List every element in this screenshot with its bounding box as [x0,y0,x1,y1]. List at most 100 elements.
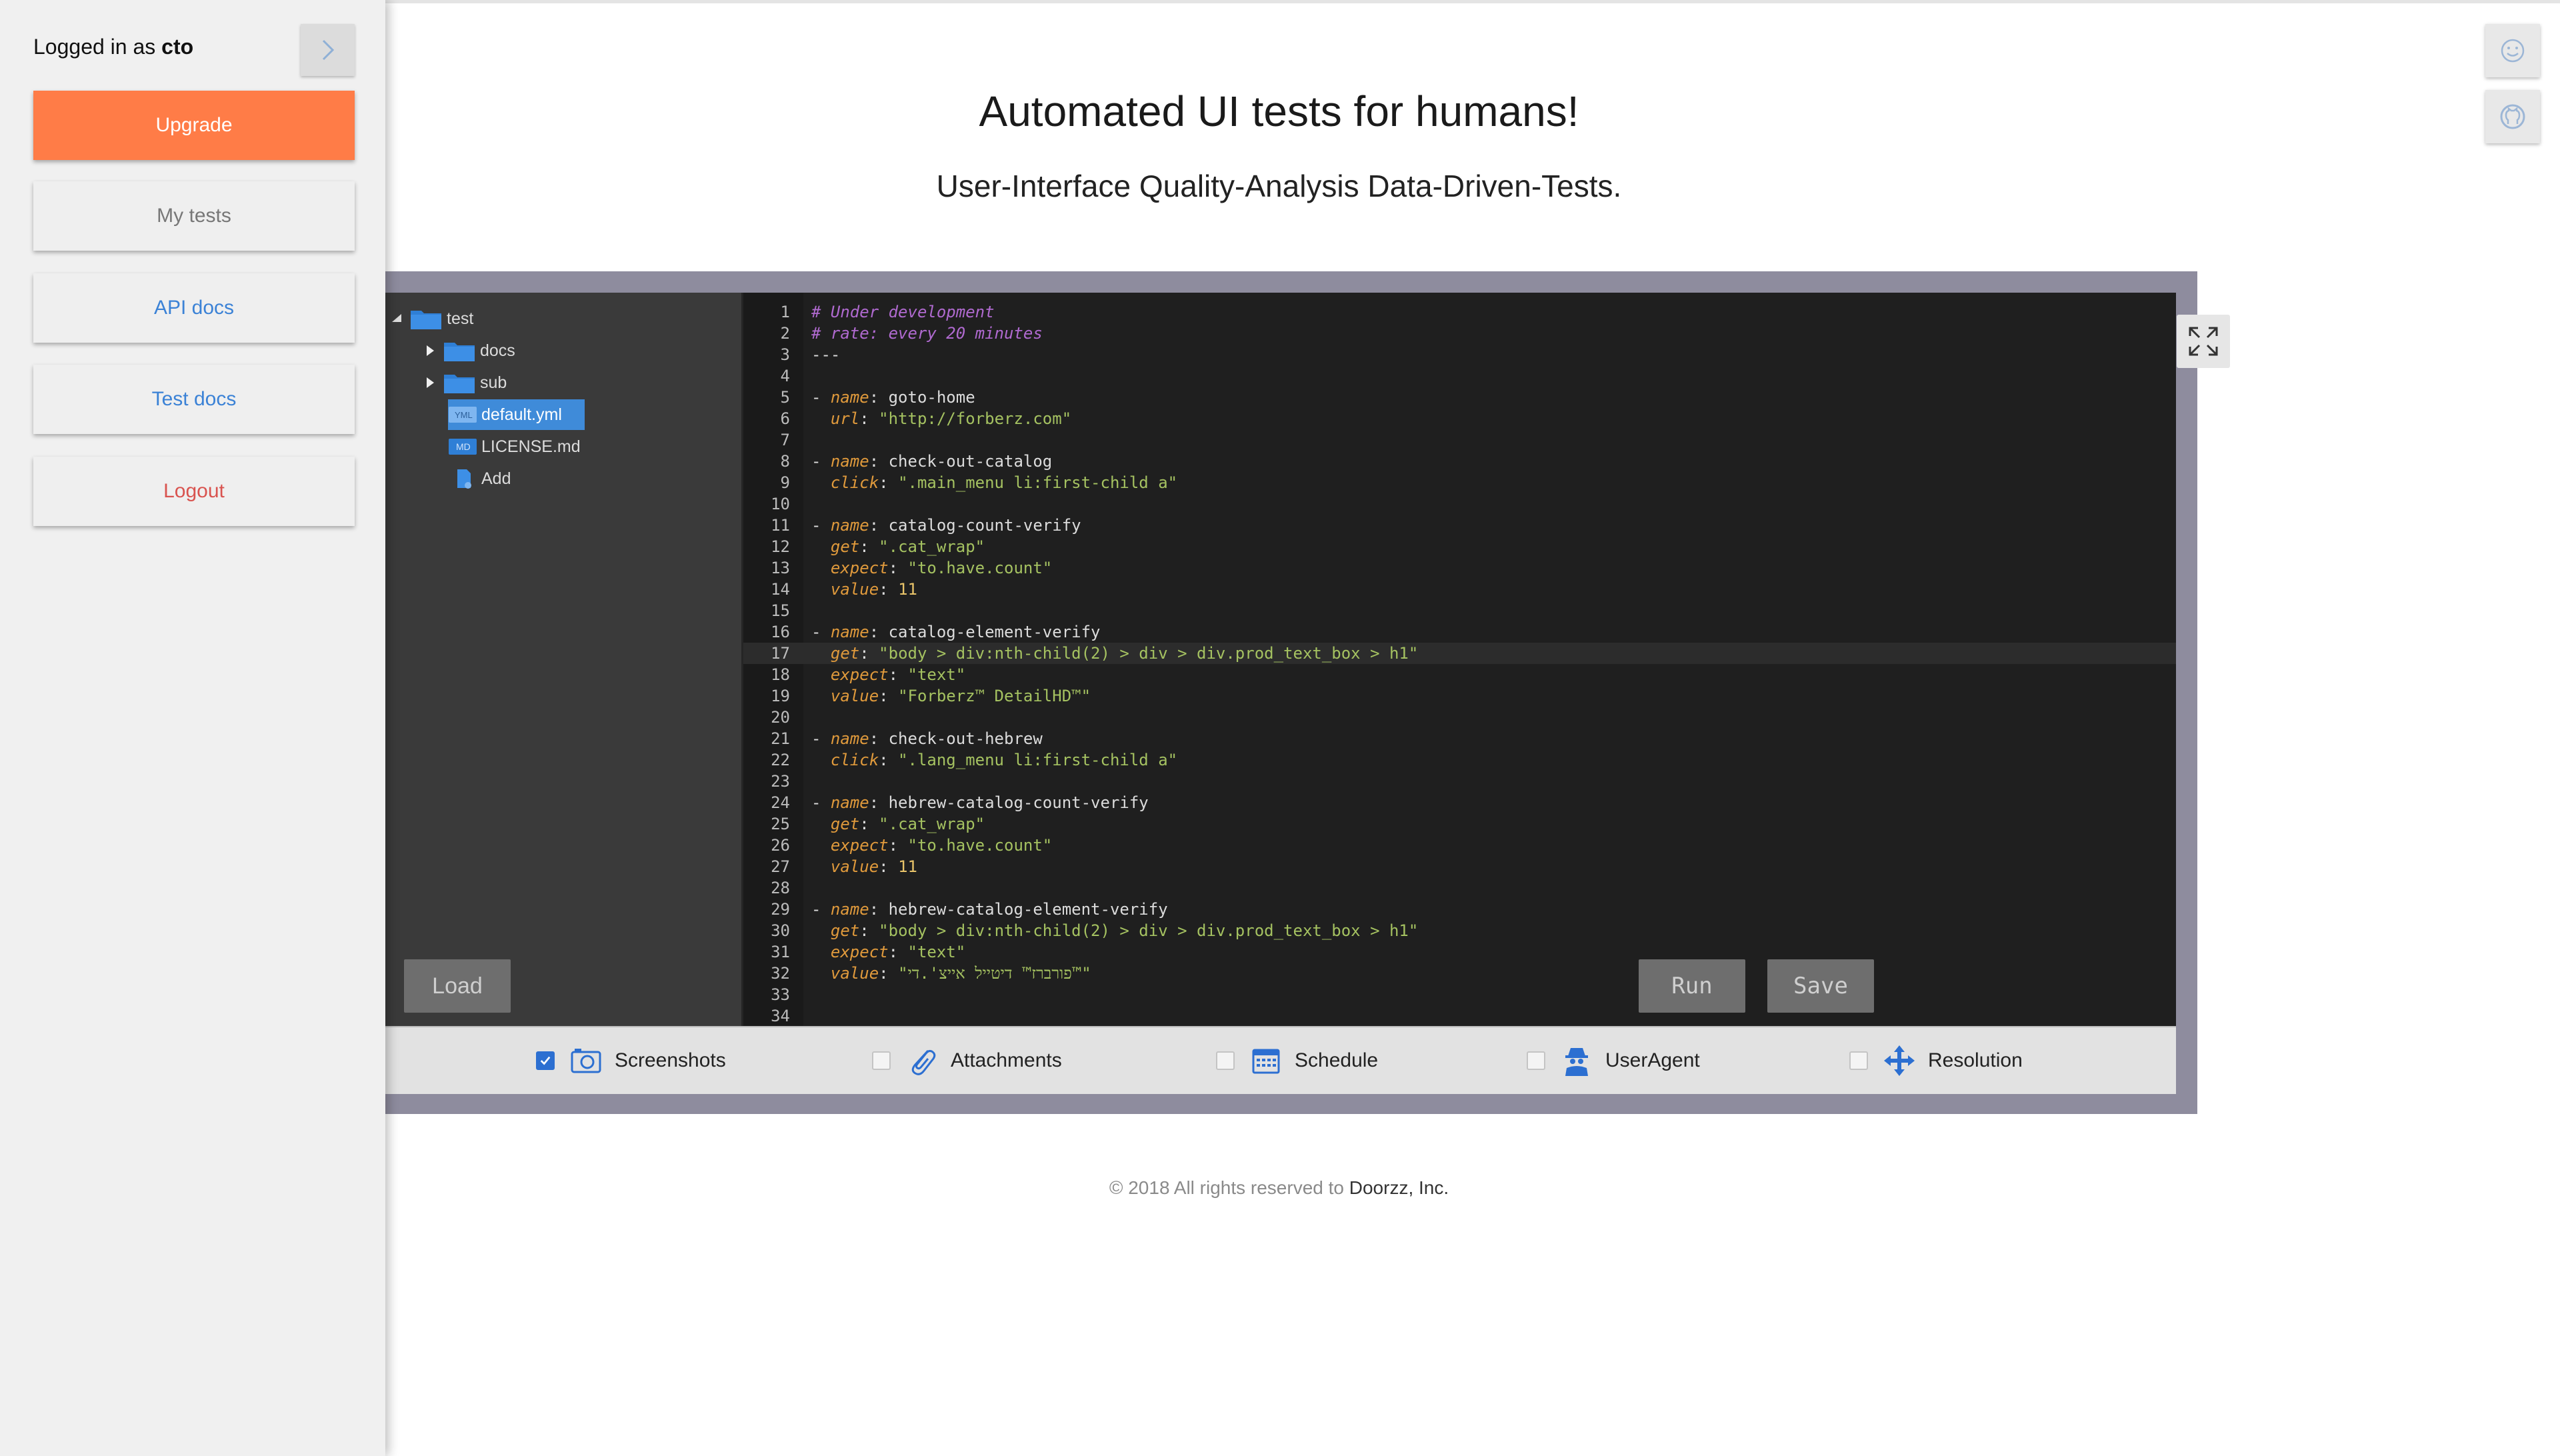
run-button[interactable]: Run [1639,959,1745,1013]
tree-folder-label: test [447,309,474,328]
load-button[interactable]: Load [404,959,511,1013]
logout-button[interactable]: Logout [33,457,355,526]
fullscreen-button[interactable] [2177,315,2230,368]
footer-company-link[interactable]: Doorzz, Inc. [1349,1177,1449,1198]
file-badge: YML [455,409,473,420]
code-line[interactable]: 18 expect: "text" [743,664,2176,685]
line-number: 29 [771,900,790,919]
line-number: 7 [780,431,790,449]
code-text: --- [811,345,841,364]
upgrade-button[interactable]: Upgrade [33,91,355,160]
line-number: 3 [780,345,790,364]
code-text: value: 11 [830,857,917,876]
add-file-icon [457,469,471,489]
code-line[interactable]: 32 value: "פורברז™ דיטייל אייצ'.די™" [743,963,2176,984]
code-line[interactable]: 15 [743,600,2176,621]
code-line[interactable]: 10 [743,493,2176,515]
collapse-sidebar-button[interactable] [301,24,355,76]
code-line[interactable]: 8 - name: check-out-catalog [743,451,2176,472]
code-line[interactable]: 17 get: "body > div:nth-child(2) > div >… [743,643,2176,664]
feedback-button[interactable] [2485,24,2540,77]
line-number: 23 [771,772,790,791]
tree-folder-root[interactable]: test [389,303,473,334]
option-label: Screenshots [615,1049,726,1071]
code-line[interactable]: 23 [743,771,2176,792]
code-text: expect: "to.have.count" [830,559,1053,577]
option-resolution[interactable]: Resolution [1849,1027,2023,1094]
code-text: value: 11 [830,580,917,599]
line-number: 6 [780,409,790,428]
tree-folder-label: docs [480,341,515,360]
chevron-right-icon [322,39,334,61]
code-line[interactable]: 9 click: ".main_menu li:first-child a" [743,472,2176,493]
checkbox[interactable] [1527,1051,1545,1070]
option-useragent[interactable]: UserAgent [1527,1027,1700,1094]
my-tests-button[interactable]: My tests [33,181,355,251]
line-number: 21 [771,729,790,748]
code-line[interactable]: 4 [743,365,2176,387]
code-line[interactable]: 31 expect: "text" [743,941,2176,963]
option-label: Resolution [1928,1049,2023,1071]
code-line[interactable]: 28 [743,877,2176,899]
tree-folder-docs[interactable]: docs [423,335,515,366]
code-line[interactable]: 33 [743,984,2176,1005]
caret-right-icon [427,345,434,356]
line-number: 10 [771,495,790,513]
code-line[interactable]: 34 [743,1005,2176,1027]
code-text: - name: catalog-count-verify [811,516,1081,535]
code-line[interactable]: 19 value: "Forberz™ DetailHD™" [743,685,2176,707]
code-line[interactable]: 21 - name: check-out-hebrew [743,728,2176,749]
save-button[interactable]: Save [1767,959,1874,1013]
tree-file-default-yml[interactable]: YML default.yml [448,399,585,430]
option-schedule[interactable]: Schedule [1216,1027,1378,1094]
code-line[interactable]: 30 get: "body > div:nth-child(2) > div >… [743,920,2176,941]
code-line[interactable]: 5 - name: goto-home [743,387,2176,408]
code-line[interactable]: 6 url: "http://forberz.com" [743,408,2176,429]
paperclip-icon [911,1049,936,1075]
caret-down-icon [392,314,401,322]
code-line[interactable]: 2 # rate: every 20 minutes [743,323,2176,344]
editor-panel: test docs sub YML default.yml MD LICENSE… [385,293,2230,1094]
code-line[interactable]: 20 [743,707,2176,728]
code-line[interactable]: 3 --- [743,344,2176,365]
checkbox[interactable] [1216,1051,1235,1070]
code-text: url: "http://forberz.com" [830,409,1072,428]
code-line[interactable]: 7 [743,429,2176,451]
line-number: 11 [771,516,790,535]
code-line[interactable]: 29 - name: hebrew-catalog-element-verify [743,899,2176,920]
line-number: 22 [771,751,790,769]
tree-add-file[interactable]: Add [448,463,511,494]
code-line[interactable]: 25 get: ".cat_wrap" [743,813,2176,835]
code-line[interactable]: 26 expect: "to.have.count" [743,835,2176,856]
code-line[interactable]: 1 # Under development [743,301,2176,323]
checkbox[interactable] [536,1051,555,1070]
code-text: expect: "text" [830,943,966,961]
tree-file-license-md[interactable]: MD LICENSE.md [448,431,581,462]
option-attachments[interactable]: Attachments [872,1027,1062,1094]
code-line[interactable]: 24 - name: hebrew-catalog-count-verify [743,792,2176,813]
page-subtitle: User-Interface Quality-Analysis Data-Dri… [936,169,1622,203]
code-line[interactable]: 12 get: ".cat_wrap" [743,536,2176,557]
file-badge: MD [456,441,471,452]
code-editor[interactable]: 1 # Under development 2 # rate: every 20 mi… [743,293,2230,1027]
line-number: 1 [780,303,790,321]
github-button[interactable] [2485,90,2540,143]
checkbox[interactable] [1849,1051,1868,1070]
checkbox[interactable] [872,1051,891,1070]
line-number: 18 [771,665,790,684]
test-docs-button[interactable]: Test docs [33,365,355,434]
code-line[interactable]: 11 - name: catalog-count-verify [743,515,2176,536]
tree-add-label: Add [481,469,511,488]
code-line[interactable]: 22 click: ".lang_menu li:first-child a" [743,749,2176,771]
code-text: - name: check-out-hebrew [811,729,1043,748]
move-arrows-icon [1884,1045,1915,1076]
code-text: - name: hebrew-catalog-count-verify [811,793,1149,812]
code-line[interactable]: 16 - name: catalog-element-verify [743,621,2176,643]
api-docs-button[interactable]: API docs [33,273,355,343]
code-line[interactable]: 13 expect: "to.have.count" [743,557,2176,579]
option-screenshots[interactable]: Screenshots [536,1027,726,1094]
tree-folder-sub[interactable]: sub [423,367,507,398]
code-line[interactable]: 14 value: 11 [743,579,2176,600]
code-line[interactable]: 27 value: 11 [743,856,2176,877]
code-text: click: ".main_menu li:first-child a" [830,473,1178,492]
